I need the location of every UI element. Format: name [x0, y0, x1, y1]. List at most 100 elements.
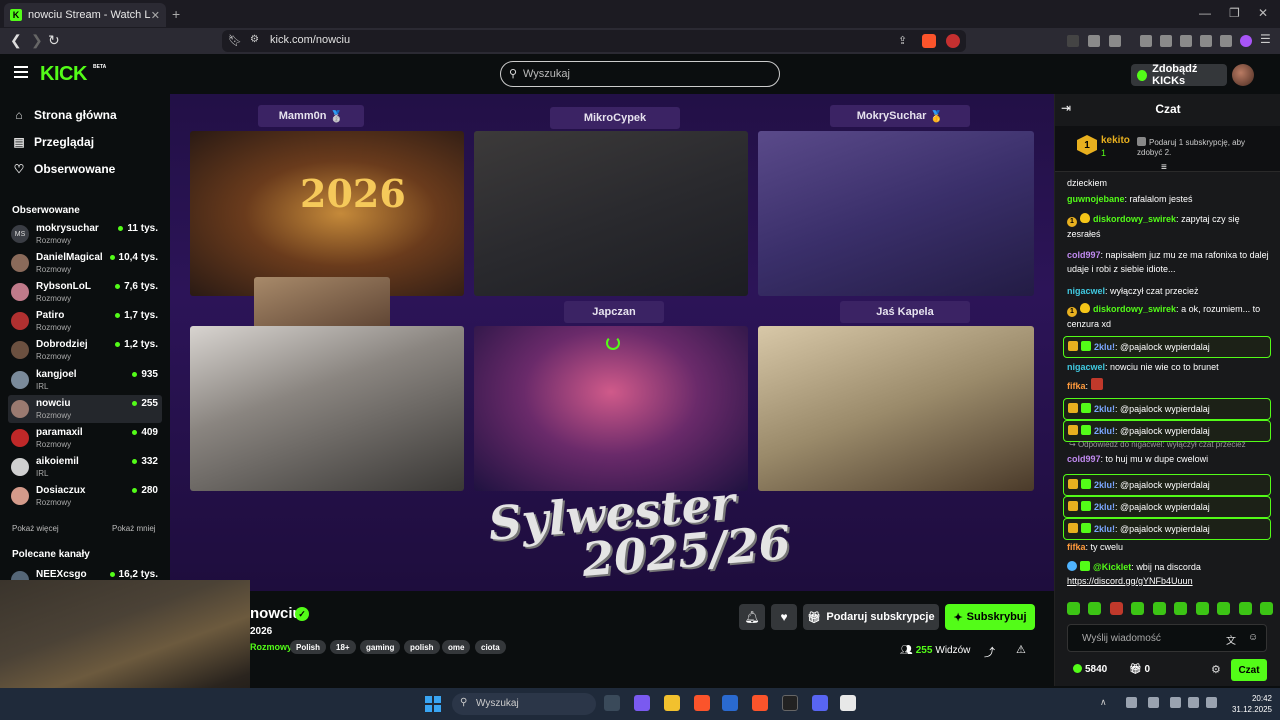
tray-expand-icon[interactable]: ∧: [1100, 697, 1111, 708]
puzzle-icon[interactable]: [1088, 35, 1100, 47]
share-icon[interactable]: ⇪: [898, 34, 907, 47]
chat-username[interactable]: cold997: [1067, 454, 1101, 464]
emote-icon[interactable]: [1174, 602, 1188, 615]
video-player[interactable]: Mamm0n 🥈 MikroCypek MokrySuchar 🥇 2026 J…: [170, 94, 1054, 591]
show-more-link[interactable]: Pokaż więcej: [12, 524, 59, 533]
subscribe-button[interactable]: ✦ Subskrybuj: [945, 604, 1035, 630]
chat-username[interactable]: nigacwel: [1067, 286, 1105, 296]
stream-tag[interactable]: polish: [404, 640, 440, 654]
copilot-icon[interactable]: [634, 695, 650, 711]
chat-username[interactable]: 2klu!: [1094, 480, 1115, 490]
kick-logo[interactable]: KICK: [40, 63, 87, 86]
report-icon[interactable]: ⚠: [1016, 643, 1026, 656]
stream-tag[interactable]: 18+: [330, 640, 356, 654]
sidebar-channel[interactable]: Dosiaczux Rozmowy 280: [8, 482, 162, 510]
stream-tag[interactable]: ciota: [475, 640, 506, 654]
stream-tag[interactable]: gaming: [360, 640, 401, 654]
chat-username[interactable]: fifka: [1067, 542, 1086, 552]
back-icon[interactable]: ❮: [10, 32, 22, 49]
brave-icon[interactable]: [752, 695, 768, 711]
sidebar-channel[interactable]: aikoiemil IRL 332: [8, 453, 162, 481]
chat-username[interactable]: guwnojebane: [1067, 194, 1125, 204]
forward-icon[interactable]: ❯: [31, 32, 43, 49]
chat-username[interactable]: cold997: [1067, 250, 1101, 260]
wallet-icon[interactable]: [1180, 35, 1192, 47]
bookmark-icon[interactable]: 🔖︎: [228, 34, 242, 47]
menu-icon[interactable]: ☰: [1260, 32, 1272, 46]
chat-username[interactable]: fifka: [1067, 381, 1086, 391]
volume-icon[interactable]: [1206, 697, 1217, 708]
site-settings-icon[interactable]: ⚙: [250, 34, 259, 45]
brave-icon[interactable]: [694, 695, 710, 711]
emote-icon[interactable]: [1259, 602, 1273, 615]
tray-icon[interactable]: [1126, 697, 1137, 708]
sidebar-channel[interactable]: Dobrodziej Rozmowy 1,2 tys.: [8, 336, 162, 364]
leo-icon[interactable]: [1200, 35, 1212, 47]
emote-icon[interactable]: [1088, 602, 1102, 615]
stream-tag[interactable]: Polish: [290, 640, 327, 654]
share-icon[interactable]: ⤴: [984, 644, 995, 660]
get-kicks-button[interactable]: Zdobądź KICKs: [1131, 63, 1227, 87]
extension-icon[interactable]: [1109, 35, 1121, 47]
file-explorer-icon[interactable]: [664, 695, 680, 711]
emote-icon[interactable]: [1152, 602, 1166, 615]
nav-browse[interactable]: ▤ Przeglądaj: [12, 135, 94, 149]
tab-close-icon[interactable]: ✕: [151, 9, 160, 22]
new-tab-button[interactable]: +: [172, 6, 180, 22]
chat-username[interactable]: 2klu!: [1094, 426, 1115, 436]
minimize-button[interactable]: —: [1199, 6, 1211, 20]
sidebar-channel[interactable]: paramaxil Rozmowy 409: [8, 424, 162, 452]
show-less-link[interactable]: Pokaż mniej: [112, 524, 156, 533]
extension-icon[interactable]: [1067, 35, 1079, 47]
nav-following[interactable]: ♡ Obserwowane: [12, 162, 116, 176]
profile-icon[interactable]: [1240, 35, 1252, 47]
gift-prompt[interactable]: Podaruj 1 subskrypcję, aby zdobyć 2.: [1137, 137, 1267, 158]
chat-username[interactable]: diskordowy_swirek: [1093, 214, 1176, 224]
brave-rewards-icon[interactable]: [946, 34, 960, 48]
chat-username[interactable]: 2klu!: [1094, 404, 1115, 414]
sidebar-icon[interactable]: [1160, 35, 1172, 47]
obs-icon[interactable]: [782, 695, 798, 711]
task-view-icon[interactable]: [604, 695, 620, 711]
chat-username[interactable]: diskordowy_swirek: [1093, 304, 1176, 314]
emote-icon[interactable]: [1067, 602, 1080, 615]
chat-username[interactable]: nigacwel: [1067, 362, 1105, 372]
chat-link[interactable]: https://discord.gg/gYNFb4Uuun: [1067, 576, 1193, 586]
maximize-button[interactable]: ❐: [1229, 6, 1240, 20]
emote-icon[interactable]: [1195, 602, 1209, 615]
sidebar-channel[interactable]: Patiro Rozmowy 1,7 tys.: [8, 307, 162, 335]
chat-input[interactable]: Wyślij wiadomość 文 ☺: [1067, 624, 1267, 652]
chat-username[interactable]: 2klu!: [1094, 342, 1115, 352]
nav-home[interactable]: ⌂ Strona główna: [12, 108, 116, 122]
gift-subs-button[interactable]: 🎁︎ Podaruj subskrypcje: [803, 604, 939, 630]
expand-icon[interactable]: ≡: [1161, 162, 1167, 173]
stream-tag[interactable]: ome: [442, 640, 471, 654]
windows-start-icon[interactable]: [425, 696, 441, 712]
emoji-icon[interactable]: ☺: [1248, 632, 1258, 643]
chat-username[interactable]: @Kicklet: [1093, 562, 1131, 572]
channel-points[interactable]: 5840: [1073, 664, 1107, 675]
hamburger-menu-icon[interactable]: [14, 66, 28, 78]
emote-icon[interactable]: [1238, 602, 1252, 615]
leader-username[interactable]: kekito: [1101, 135, 1130, 146]
discord-icon[interactable]: [812, 695, 828, 711]
sidebar-channel[interactable]: RybsonLoL Rozmowy 7,6 tys.: [8, 278, 162, 306]
notification-bell-button[interactable]: 🔔︎: [739, 604, 765, 630]
sidebar-channel[interactable]: nowciu Rozmowy 255: [8, 395, 162, 423]
address-bar[interactable]: 🔖︎ ⚙ kick.com/nowciu ⇪: [222, 30, 966, 52]
tray-icon[interactable]: [1148, 697, 1159, 708]
search-input[interactable]: ⚲ Wyszukaj: [500, 61, 780, 87]
vpn-icon[interactable]: [1220, 35, 1232, 47]
chat-username[interactable]: 2klu!: [1094, 502, 1115, 512]
close-window-button[interactable]: ✕: [1258, 6, 1268, 20]
user-avatar[interactable]: [1232, 64, 1254, 86]
microphone-icon[interactable]: [1170, 697, 1181, 708]
emote-icon[interactable]: [1109, 602, 1123, 615]
vivaldi-icon[interactable]: [840, 695, 856, 711]
stream-category[interactable]: Rozmowy: [250, 642, 292, 652]
send-chat-button[interactable]: Czat: [1231, 659, 1267, 681]
sidebar-channel[interactable]: DanielMagical Rozmowy 10,4 tys.: [8, 249, 162, 277]
sidebar-channel[interactable]: MS mokrysuchar Rozmowy 11 tys.: [8, 220, 162, 248]
system-clock[interactable]: 20:42 31.12.2025: [1226, 693, 1272, 715]
emote-icon[interactable]: [1131, 602, 1145, 615]
